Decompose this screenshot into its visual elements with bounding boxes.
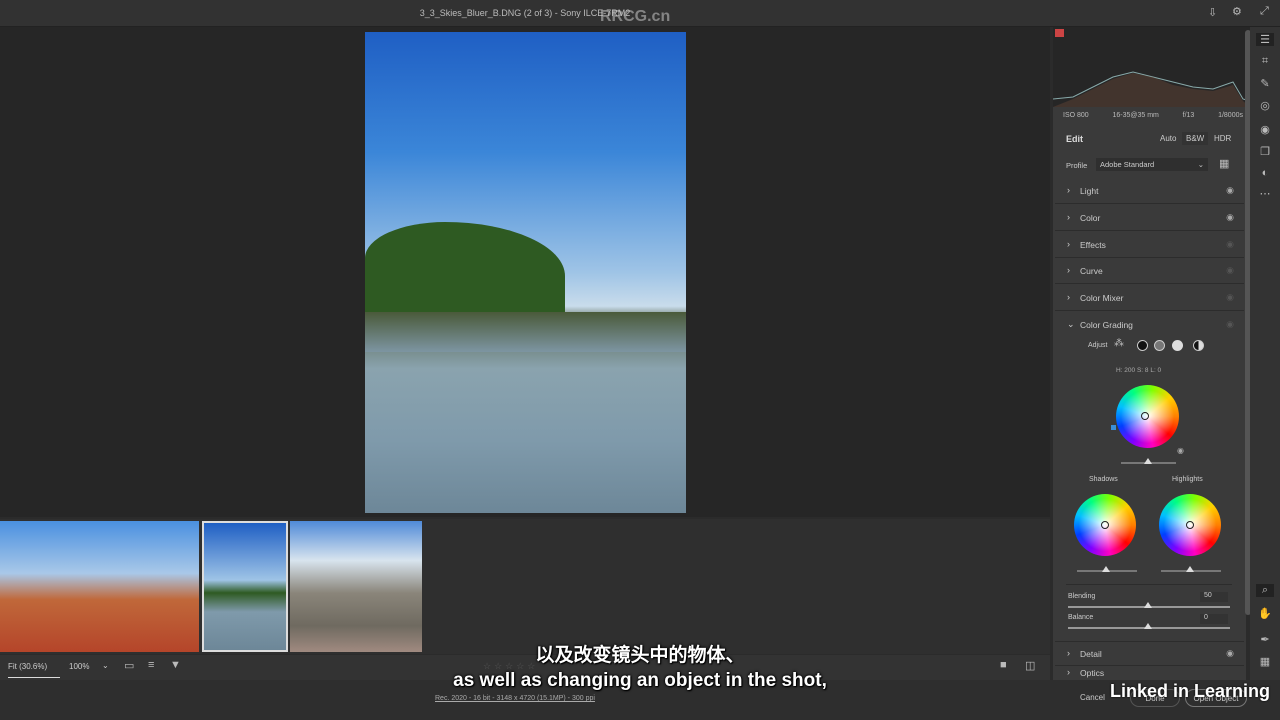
window-title: 3_3_Skies_Bluer_B.DNG (2 of 3) - Sony IL…	[419, 8, 631, 18]
wheel-handle[interactable]	[1186, 521, 1194, 529]
blending-value-field[interactable]: 50	[1200, 592, 1228, 602]
red-eye-icon[interactable]: ◉	[1256, 123, 1274, 136]
filmstrip-thumb-3[interactable]	[290, 521, 422, 652]
highlights-color-wheel[interactable]	[1159, 494, 1221, 556]
cancel-button[interactable]: Cancel	[1080, 693, 1105, 702]
exif-shutter: 1/8000s	[1218, 112, 1243, 119]
bw-button[interactable]: B&W	[1182, 132, 1209, 145]
wheel-handle[interactable]	[1141, 412, 1149, 420]
section-effects[interactable]: › Effects ◉	[1055, 233, 1244, 258]
shadows-label: Shadows	[1089, 476, 1118, 483]
chevron-right-icon: ›	[1067, 292, 1070, 302]
tool-strip: ☰ ⌗ ✎ ◎ ◉ ❐ ◐ ⋯ ⌕ ✋ ✒ ▦	[1250, 27, 1280, 680]
three-way-icon[interactable]: ⁂	[1114, 338, 1124, 349]
exif-aperture: f/13	[1182, 112, 1195, 119]
slider-thumb[interactable]	[1102, 566, 1110, 572]
gear-icon[interactable]: ⚙	[1232, 5, 1242, 18]
highlights-label: Highlights	[1172, 476, 1203, 483]
filmstrip-thumb-2-selected[interactable]	[202, 521, 288, 652]
subtitle-english: as well as changing an object in the sho…	[453, 670, 827, 691]
chevron-right-icon: ›	[1067, 265, 1070, 275]
watermark: RRCG.cn	[600, 8, 671, 25]
slider-thumb[interactable]	[1144, 458, 1152, 464]
linkedin-learning-logo: Linked in Learning	[1110, 681, 1271, 701]
subtitle-chinese: 以及改变镜头中的物体、	[535, 645, 745, 666]
hsl-readout: H: 200 S: 8 L: 0	[1116, 367, 1162, 374]
histogram-graph	[1052, 71, 1251, 107]
zoom-icon[interactable]: ⌕	[1256, 584, 1274, 597]
filmstrip-thumb-1[interactable]	[0, 521, 199, 652]
wheel-hue-handle[interactable]	[1111, 425, 1116, 430]
expand-icon[interactable]: ⤢	[1260, 5, 1269, 18]
save-icon[interactable]: ⇩	[1208, 6, 1217, 19]
shadows-mode-icon[interactable]	[1137, 340, 1148, 351]
clipping-warning-icon[interactable]	[1055, 29, 1064, 37]
more-icon[interactable]: ⋯	[1256, 187, 1274, 200]
edit-title: Edit	[1066, 134, 1083, 144]
section-light[interactable]: › Light ◉	[1055, 179, 1244, 204]
exif-bar: ISO 800 16-35@35 mm f/13 1/8000s	[1063, 112, 1243, 119]
slider-thumb[interactable]	[1186, 566, 1194, 572]
profile-value: Adobe Standard	[1100, 160, 1155, 169]
edit-sliders-icon[interactable]: ☰	[1256, 33, 1274, 46]
slider-thumb[interactable]	[1144, 623, 1152, 629]
chevron-right-icon: ›	[1067, 212, 1070, 222]
eye-icon[interactable]: ◉	[1226, 212, 1234, 223]
section-color-grading[interactable]: ⌄ Color Grading ◉	[1055, 313, 1244, 338]
crop-icon[interactable]: ⌗	[1256, 55, 1274, 68]
blending-label: Blending	[1068, 593, 1096, 600]
shadows-color-wheel[interactable]	[1074, 494, 1136, 556]
exif-iso: ISO 800	[1063, 112, 1089, 119]
section-color[interactable]: › Color ◉	[1055, 206, 1244, 231]
edit-panel	[1053, 27, 1246, 680]
eye-icon[interactable]: ◉	[1177, 446, 1184, 455]
divider	[1066, 584, 1232, 585]
auto-button[interactable]: Auto	[1156, 132, 1180, 145]
hand-icon[interactable]: ✋	[1256, 607, 1274, 620]
histogram	[1052, 27, 1251, 107]
balance-label: Balance	[1068, 614, 1094, 621]
eye-icon[interactable]: ◉	[1226, 265, 1234, 276]
slider-thumb[interactable]	[1144, 602, 1152, 608]
snapshots-icon[interactable]: ◐	[1256, 167, 1274, 179]
chevron-down-icon: ⌄	[1067, 319, 1075, 329]
image-info-link[interactable]: Rec. 2020 - 16 bit - 3148 x 4720 (15.1MP…	[435, 695, 595, 702]
balance-value-field[interactable]: 0	[1200, 614, 1228, 624]
chevron-right-icon: ›	[1067, 239, 1070, 249]
healing-icon[interactable]: ✎	[1256, 77, 1274, 90]
highlights-mode-icon[interactable]	[1172, 340, 1183, 351]
chevron-right-icon: ›	[1067, 185, 1070, 195]
exif-lens: 16-35@35 mm	[1112, 112, 1159, 119]
profile-label: Profile	[1066, 161, 1088, 170]
adjust-label: Adjust	[1088, 342, 1108, 349]
hdr-button[interactable]: HDR	[1210, 132, 1235, 145]
section-color-mixer[interactable]: › Color Mixer ◉	[1055, 286, 1244, 311]
eye-icon[interactable]: ◉	[1226, 239, 1234, 250]
profile-browser-icon[interactable]: ▦	[1219, 157, 1229, 170]
global-mode-icon[interactable]	[1193, 340, 1204, 351]
eye-icon[interactable]: ◉	[1226, 319, 1234, 330]
eye-icon[interactable]: ◉	[1226, 185, 1234, 196]
midtones-mode-icon[interactable]	[1154, 340, 1165, 351]
midtones-color-wheel[interactable]	[1116, 385, 1179, 448]
section-curve[interactable]: › Curve ◉	[1055, 259, 1244, 284]
main-photo	[365, 32, 686, 513]
presets-icon[interactable]: ❐	[1256, 145, 1274, 158]
profile-select[interactable]: Adobe Standard ⌄	[1096, 158, 1208, 171]
masking-icon[interactable]: ◎	[1256, 99, 1274, 112]
wheel-handle[interactable]	[1101, 521, 1109, 529]
eye-icon[interactable]: ◉	[1226, 292, 1234, 303]
